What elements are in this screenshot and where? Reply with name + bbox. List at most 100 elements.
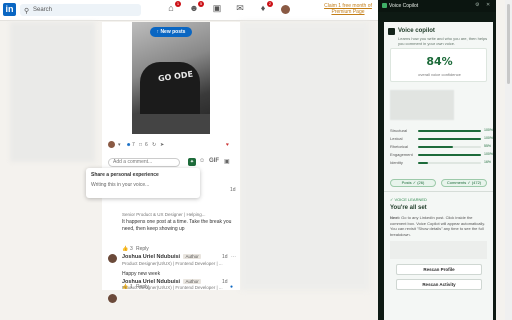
metric-bar	[418, 154, 481, 156]
metric-name: Identity	[390, 160, 403, 165]
commenter-name[interactable]: Joshua Uriel Ndubuisi	[122, 254, 180, 260]
metric-value: 100%	[484, 136, 493, 140]
comment2-text: Happy new week	[122, 271, 161, 277]
page-scrollbar[interactable]	[505, 0, 512, 320]
notifications-badge: 2	[267, 1, 273, 7]
card-description: Learns how you write and who you are, th…	[398, 36, 488, 46]
search-placeholder: Search	[33, 7, 53, 13]
network-badge: 5	[198, 1, 204, 7]
new-posts-button[interactable]: ↑ New posts	[150, 27, 192, 37]
comment-time: 1d	[230, 187, 236, 193]
metric-name: Rhetorical	[390, 144, 409, 149]
popup-title: Share a personal experience	[91, 172, 159, 178]
commenter-avatar[interactable]	[108, 254, 117, 263]
search-icon: ⚲	[24, 8, 30, 15]
metric-bar-fill	[418, 138, 481, 140]
right-sidebar-blurred	[240, 22, 370, 290]
comment3-time: 1d	[222, 279, 228, 285]
next-body: Go to any LinkedIn post. Click inside th…	[390, 215, 486, 237]
new-posts-label: New posts	[160, 29, 186, 35]
metric-bar-fill	[418, 130, 481, 132]
nav-network[interactable]: ☻ 5	[187, 1, 204, 13]
panel-header-title: Voice Copilot	[389, 3, 419, 9]
messaging-icon: ✉	[236, 3, 244, 13]
comment3-headline: Product Designer(UI/UX) | Frontend Devel…	[122, 285, 223, 290]
pin-icon[interactable]: ⚙	[475, 2, 479, 8]
voice-copilot-card: Voice copilot Learns how you write and w…	[384, 22, 493, 320]
card-title: Voice copilot	[398, 28, 435, 34]
comment-placeholder: Add a comment...	[113, 159, 153, 165]
posts-tag[interactable]: Posts ✓ (26)	[390, 179, 436, 187]
rescan-profile-button[interactable]: Rescan Profile	[396, 264, 482, 275]
metric-value: 100%	[484, 152, 493, 156]
panel-header: Voice Copilot ⚙ ✕	[378, 0, 496, 12]
reply-button[interactable]: Reply	[136, 246, 149, 252]
voice-copilot-button[interactable]: ✦	[188, 158, 196, 166]
linkedin-logo[interactable]: in	[3, 3, 16, 16]
metric-row: Identity 16%	[384, 160, 493, 166]
top-nav-bar: in ⚲ Search ⌂ 1 ☻ 5 ▣ ✉ ♦ 2 Claim 1 free…	[0, 0, 378, 21]
chevron-down-icon[interactable]: ▾	[118, 142, 121, 148]
comment2-header: Joshua Uriel Ndubuisi Author	[122, 254, 201, 260]
commenter3-avatar[interactable]	[108, 294, 117, 303]
metric-name: Lexical	[390, 136, 403, 141]
metric-bar	[418, 130, 481, 132]
author-badge: Author	[183, 254, 201, 259]
nav-notifications[interactable]: ♦ 2	[256, 1, 273, 13]
profile-avatar[interactable]	[281, 5, 290, 14]
metric-bar	[418, 146, 481, 148]
send-icon[interactable]: ➤	[160, 142, 164, 148]
metric-value: 16%	[484, 160, 492, 164]
reactions-count[interactable]: 7	[132, 142, 135, 148]
metric-name: Structural	[390, 128, 408, 133]
like-icon[interactable]: ☻	[126, 142, 131, 148]
more-options-icon[interactable]: ⋯	[231, 254, 236, 260]
reaction-heart-icon: ♥	[226, 142, 229, 148]
comment-input[interactable]: Add a comment...	[108, 158, 180, 167]
metric-row: Lexical 100%	[384, 136, 493, 142]
metric-name: Engagement	[390, 152, 413, 157]
metric-value: 100%	[484, 128, 493, 132]
metric-bar-fill	[418, 146, 453, 148]
details-placeholder	[390, 241, 487, 259]
gif-button[interactable]: GIF	[209, 158, 219, 164]
nav-messaging[interactable]: ✉	[233, 3, 247, 14]
reactor-avatar	[108, 141, 115, 148]
rescan-activity-button[interactable]: Rescan Activity	[396, 279, 482, 290]
search-input[interactable]: ⚲ Search	[20, 4, 141, 16]
laptop-graphic	[132, 114, 210, 134]
comments-count[interactable]: 6	[145, 142, 148, 148]
metric-bar-fill	[418, 154, 481, 156]
comments-tag[interactable]: Comments ✓ (472)	[441, 179, 487, 187]
author3-badge: Author	[183, 279, 201, 284]
feed-post: GO ODE ↑ New posts ▾ ☻ 7 □ 6 ↻ ➤ ♥ Add a…	[102, 22, 240, 303]
repost-icon[interactable]: ↻	[152, 142, 156, 148]
next-steps-text: Next: Go to any LinkedIn post. Click ins…	[390, 215, 486, 237]
metric-bar	[418, 138, 481, 140]
metric-bar-fill	[418, 162, 429, 164]
notifications-icon: ♦	[260, 3, 266, 13]
divider	[384, 191, 493, 192]
reaction-icon: ●	[230, 284, 234, 290]
image-icon[interactable]: ▣	[224, 158, 230, 165]
comment-likes: 3	[130, 246, 133, 252]
close-icon[interactable]: ✕	[486, 2, 490, 8]
voice-copilot-logo	[382, 3, 387, 8]
nav-jobs[interactable]: ▣	[210, 3, 224, 14]
comment-icon[interactable]: □	[139, 142, 142, 148]
nav-home[interactable]: ⌂ 1	[164, 1, 181, 13]
score-box: 84% overall voice confidence	[390, 48, 487, 82]
emoji-icon[interactable]: ☺	[199, 158, 205, 164]
comment-headline: Senior Product & UX Designer | Helping..…	[122, 212, 206, 217]
profile-preview-blurred	[390, 90, 454, 120]
post-image[interactable]: GO ODE	[132, 22, 210, 134]
premium-link[interactable]: Claim 1 free month of Premium Page	[322, 3, 374, 15]
comment-text: It happens one post at a time. Take the …	[122, 219, 232, 232]
comment-like-icon[interactable]: 👍	[122, 246, 128, 252]
comment2-time: 1d	[222, 254, 228, 260]
metric-bar	[418, 162, 481, 164]
voice-suggestion-popup[interactable]: Share a personal experience Writing this…	[86, 168, 200, 198]
voice-score: 84%	[426, 55, 453, 68]
scrollbar-thumb[interactable]	[507, 4, 510, 84]
comment2-headline: Product Designer(UI/UX) | Frontend Devel…	[122, 261, 223, 266]
